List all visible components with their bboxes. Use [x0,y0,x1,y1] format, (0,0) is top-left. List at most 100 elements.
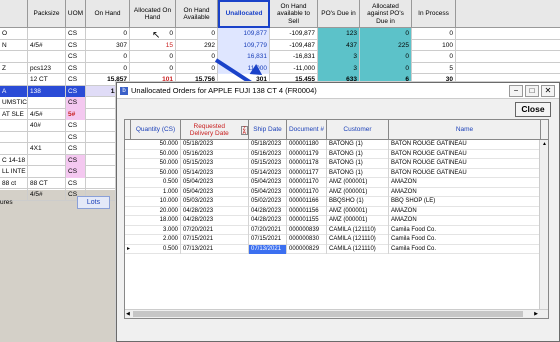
inventory-cell[interactable]: 3 [318,51,360,63]
col-header-on-hand[interactable]: On Hand [86,0,130,28]
inventory-cell[interactable]: pcs123 [28,62,66,74]
order-cell[interactable]: 04/28/2023 [249,206,287,216]
order-cell[interactable]: 50.000 [131,159,181,169]
inventory-cell[interactable]: 0 [176,28,218,40]
minimize-button[interactable]: − [509,85,523,97]
order-cell[interactable]: 05/14/2023 [249,168,287,178]
inventory-cell[interactable]: CS [66,62,86,74]
inventory-cell[interactable] [0,143,28,155]
inventory-cell[interactable] [0,51,28,63]
order-cell[interactable]: 05/04/2023 [181,187,249,197]
order-cell[interactable]: BATONG (1) [327,159,389,169]
inventory-cell[interactable]: CS [66,177,86,189]
order-cell[interactable]: 000000830 [287,235,327,245]
inventory-cell[interactable]: 109,877 [218,28,270,40]
order-cell[interactable]: AMAZON [389,216,541,226]
order-cell[interactable]: Camila Food Co. [389,244,541,254]
inventory-cell[interactable]: N [0,39,28,51]
order-cell[interactable]: AMAZON [389,178,541,188]
order-cell[interactable]: 05/04/2023 [181,178,249,188]
inventory-cell[interactable]: 0 [360,51,412,63]
inventory-cell[interactable]: 0 [360,62,412,74]
order-cell[interactable]: AMAZON [389,206,541,216]
order-cell[interactable]: 000001170 [287,187,327,197]
order-cell[interactable]: CAMILA (121110) [327,235,389,245]
inventory-cell[interactable] [28,166,66,178]
inventory-cell[interactable]: CS [66,28,86,40]
order-cell[interactable]: BATON ROUGE GATINEAU [389,159,541,169]
inventory-cell[interactable]: 4/5# [28,108,66,120]
inventory-cell[interactable]: UMSTIC [0,97,28,109]
inventory-cell[interactable]: -109,487 [270,39,318,51]
order-cell[interactable]: 05/16/2023 [181,149,249,159]
inventory-cell[interactable]: 225 [360,39,412,51]
inventory-cell[interactable]: CS [66,74,86,86]
inventory-row[interactable]: Zpcs123 CS 0 0 0 11,000 -11,000 3 0 5 [0,62,560,74]
order-cell[interactable]: 1.000 [131,187,181,197]
inventory-cell[interactable] [28,28,66,40]
inventory-row[interactable]: O CS 0 0 0 109,877 -109,877 123 0 0 [0,28,560,40]
inventory-cell[interactable]: CS [66,51,86,63]
inventory-cell[interactable]: 88 ct [0,177,28,189]
order-cell[interactable]: BBQSHO (1) [327,197,389,207]
order-cell[interactable]: Camila Food Co. [389,235,541,245]
inventory-cell[interactable]: 5 [412,62,456,74]
inventory-cell[interactable]: 3 [318,62,360,74]
order-cell[interactable]: BATONG (1) [327,149,389,159]
order-cell[interactable]: BATONG (1) [327,168,389,178]
col-customer[interactable]: Customer [327,120,389,140]
order-cell[interactable]: CAMILA (121110) [327,225,389,235]
col-header-available-to-sell[interactable]: On Hand available to Sell [270,0,318,28]
vertical-scrollbar[interactable]: ▲ ▼ [539,140,548,318]
inventory-cell[interactable]: 292 [176,39,218,51]
inventory-cell[interactable]: 437 [318,39,360,51]
inventory-cell[interactable]: 123 [318,28,360,40]
inventory-cell[interactable]: 4/5# [28,189,66,201]
order-cell[interactable]: 50.000 [131,149,181,159]
inventory-cell[interactable]: CS [66,120,86,132]
order-cell[interactable]: 07/15/2021 [249,235,287,245]
inventory-cell[interactable]: CS [66,143,86,155]
col-name[interactable]: Name [389,120,541,140]
col-quantity[interactable]: Quantity (CS) [131,120,181,140]
order-cell[interactable]: 05/18/2023 [249,140,287,150]
order-cell[interactable]: 05/03/2023 [181,197,249,207]
inventory-cell[interactable]: 12 CT [28,74,66,86]
inventory-cell[interactable]: 88 CT [28,177,66,189]
inventory-cell[interactable]: 0 [176,51,218,63]
inventory-cell[interactable]: CS [66,131,86,143]
inventory-cell[interactable]: -11,000 [270,62,318,74]
order-row[interactable]: 1.000 05/04/2023 05/04/2023 000001170 AMZ (0… [125,187,548,197]
inventory-cell[interactable]: 4/5# [28,39,66,51]
inventory-cell[interactable] [0,74,28,86]
col-header-unallocated[interactable]: Unallocated [218,0,270,28]
col-document[interactable]: Document # [287,120,327,140]
order-cell[interactable]: AMZ (000001) [327,216,389,226]
inventory-cell[interactable]: 5# [66,108,86,120]
inventory-cell[interactable] [28,131,66,143]
col-header-on-hand-available[interactable]: On Hand Available [176,0,218,28]
order-cell[interactable]: AMZ (000001) [327,187,389,197]
col-requested-delivery-date[interactable]: Requested Delivery Date Z A [181,120,249,140]
scroll-left-icon[interactable]: ◀ [126,311,130,317]
inventory-cell[interactable]: 100 [412,39,456,51]
order-cell[interactable]: AMAZON [389,187,541,197]
col-header-in-process[interactable]: In Process [412,0,456,28]
inventory-row[interactable]: CS 0 0 0 16,831 -16,831 3 0 0 [0,51,560,63]
inventory-cell[interactable]: 307 [86,39,130,51]
order-cell[interactable]: 07/13/2021 [249,244,287,254]
order-cell[interactable]: BBQ SHOP (LE) [389,197,541,207]
inventory-cell[interactable]: CS [66,85,86,97]
scroll-right-icon[interactable]: ▶ [534,311,538,317]
order-cell[interactable]: 2.000 [131,235,181,245]
inventory-cell[interactable]: 138 [28,85,66,97]
order-cell[interactable]: 0.500 [131,178,181,188]
inventory-cell[interactable]: -109,877 [270,28,318,40]
order-cell[interactable]: 05/15/2023 [249,159,287,169]
order-cell[interactable]: 50.000 [131,168,181,178]
inventory-cell[interactable]: 0 [130,62,176,74]
inventory-cell[interactable]: O [0,28,28,40]
inventory-cell[interactable]: 0 [360,28,412,40]
inventory-cell[interactable]: 15 [130,39,176,51]
order-cell[interactable]: 18.000 [131,216,181,226]
